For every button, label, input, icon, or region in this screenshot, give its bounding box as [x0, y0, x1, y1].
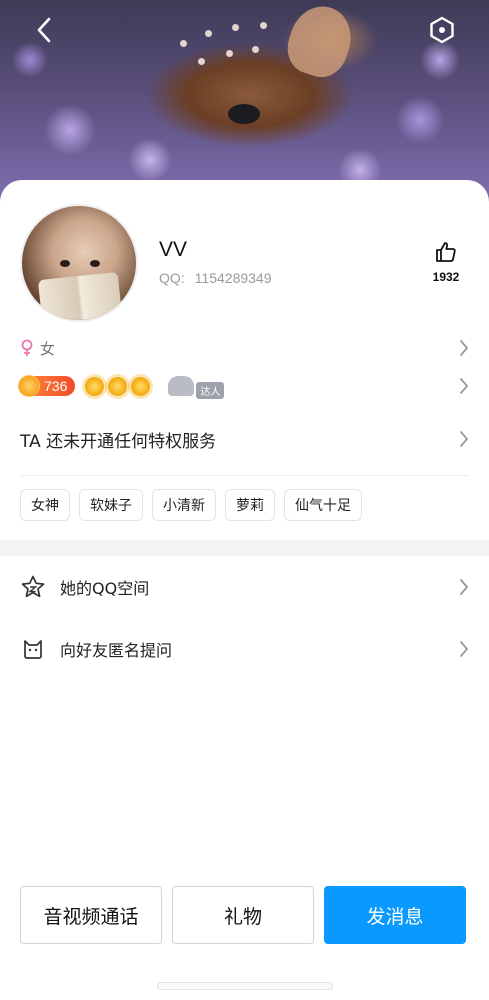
profile-card: VV QQ: 1154289349 1932 女 736 达人 TA 还未开通任…: [0, 180, 489, 540]
qzone-label: 她的QQ空间: [60, 579, 150, 598]
winged-badge-icon: [168, 376, 195, 396]
tag[interactable]: 软妹子: [79, 489, 143, 521]
qq-number: QQ: 1154289349: [159, 270, 272, 286]
sun-icon: [108, 376, 128, 396]
like-count: 1932: [432, 270, 460, 284]
privilege-text: TA 还未开通任何特权服务: [20, 431, 217, 452]
bottom-actions: 音视频通话 礼物 发消息: [20, 886, 466, 944]
avatar-eyes: [60, 260, 106, 268]
level-number: 736: [44, 378, 68, 394]
privilege-row[interactable]: TA 还未开通任何特权服务: [20, 424, 469, 454]
more-button[interactable]: [424, 12, 460, 48]
sun-level-icons: [85, 376, 154, 396]
gender-label: 女: [40, 339, 56, 358]
anonymous-question-row[interactable]: 向好友匿名提问: [20, 624, 469, 674]
back-button[interactable]: [26, 12, 62, 48]
cover-photo: [0, 0, 489, 205]
like-button[interactable]: 1932: [424, 240, 468, 284]
section-separator: [0, 540, 489, 556]
level-row[interactable]: 736 达人: [18, 372, 469, 400]
tag[interactable]: 萝莉: [225, 489, 275, 521]
deer-spot: [260, 22, 267, 29]
chevron-right-icon: [460, 340, 469, 356]
qzone-row[interactable]: 她的QQ空间: [20, 562, 469, 612]
deer-spot: [180, 40, 187, 47]
avatar[interactable]: [20, 204, 138, 322]
deer-eye: [228, 104, 260, 124]
chevron-right-icon: [460, 641, 469, 657]
hexagon-icon: [430, 16, 454, 44]
tag[interactable]: 仙气十足: [284, 489, 362, 521]
qq-number-value: 1154289349: [194, 270, 272, 286]
send-message-button[interactable]: 发消息: [324, 886, 466, 944]
home-indicator[interactable]: [157, 982, 333, 990]
tag[interactable]: 小清新: [152, 489, 216, 521]
chevron-right-icon: [460, 431, 469, 447]
chevron-right-icon: [460, 579, 469, 595]
level-badge: 736: [18, 375, 76, 397]
deer-spot: [232, 24, 239, 31]
thumbs-up-icon: [436, 242, 456, 262]
gender-row[interactable]: 女: [20, 335, 469, 361]
talent-badge: 达人: [168, 375, 225, 399]
deer-spot: [252, 46, 259, 53]
qq-label: QQ:: [159, 270, 185, 286]
deer-spot: [226, 50, 233, 57]
anonymous-question-label: 向好友匿名提问: [60, 641, 173, 660]
tag-list: 女神 软妹子 小清新 萝莉 仙气十足: [20, 489, 371, 521]
chevron-right-icon: [460, 378, 469, 394]
star-icon: [21, 575, 45, 598]
female-symbol-icon: [21, 339, 33, 356]
avatar-book: [37, 271, 123, 320]
sun-icon: [131, 376, 151, 396]
gift-button[interactable]: 礼物: [172, 886, 314, 944]
chevron-left-icon: [37, 17, 51, 43]
deer-ear: [280, 0, 360, 84]
tag[interactable]: 女神: [20, 489, 70, 521]
cat-icon: [24, 640, 42, 659]
coin-icon: [18, 375, 40, 397]
deer-spot: [205, 30, 212, 37]
profile-name: VV: [159, 238, 188, 261]
deer-spot: [198, 58, 205, 65]
sun-icon: [85, 376, 105, 396]
divider: [20, 475, 469, 476]
video-call-button[interactable]: 音视频通话: [20, 886, 162, 944]
talent-badge-label: 达人: [196, 381, 225, 399]
